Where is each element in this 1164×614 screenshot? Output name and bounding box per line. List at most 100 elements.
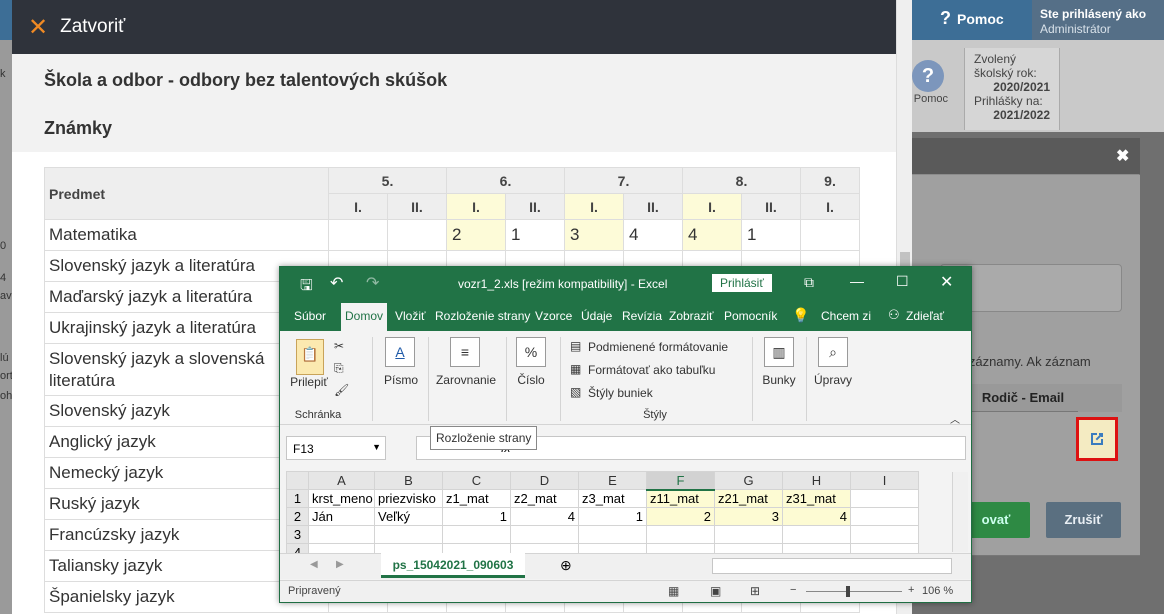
zoom-slider[interactable] xyxy=(806,591,902,592)
sheet-cell[interactable]: 3 xyxy=(714,507,783,526)
tab-page-layout[interactable]: Rozloženie strany xyxy=(435,309,530,323)
column-header[interactable]: B xyxy=(374,471,443,490)
sheet-cell[interactable]: 1 xyxy=(578,507,647,526)
sheet-cell[interactable]: Ján xyxy=(308,507,375,526)
number-format-icon[interactable]: % xyxy=(516,337,546,367)
tab-review[interactable]: Revízia xyxy=(622,309,662,323)
cancel-button[interactable]: Zrušiť xyxy=(1046,502,1121,538)
add-sheet-icon[interactable]: ⊕ xyxy=(560,557,572,574)
column-header[interactable]: A xyxy=(308,471,375,490)
zoom-level[interactable]: 106 % xyxy=(922,585,953,597)
paste-button[interactable]: Prilepiť xyxy=(286,375,332,389)
sheet-cell[interactable] xyxy=(850,507,919,526)
sheet-cell[interactable] xyxy=(308,525,375,544)
share-button[interactable]: Zdieľať xyxy=(906,309,944,323)
cells-button[interactable]: Bunky xyxy=(758,373,800,387)
column-header[interactable]: C xyxy=(442,471,511,490)
name-box[interactable]: F13 ▼ xyxy=(286,436,386,460)
copy-icon[interactable]: ⎘ xyxy=(334,361,344,376)
font-button[interactable]: Písmo xyxy=(378,373,424,387)
ribbon-display-icon[interactable]: ⧉ xyxy=(804,274,814,291)
maximize-icon[interactable]: ☐ xyxy=(896,273,909,290)
sheet-cell[interactable]: z31_mat xyxy=(782,489,851,508)
save-button[interactable]: ovať xyxy=(962,502,1030,538)
close-button[interactable]: Zatvoriť xyxy=(60,16,125,38)
help-link[interactable]: ? Pomoc xyxy=(940,8,1004,29)
page-layout-icon[interactable]: ▣ xyxy=(710,584,721,598)
cell-styles-button[interactable]: Štýly buniek xyxy=(588,386,653,400)
select-all-corner[interactable] xyxy=(286,471,309,490)
tell-me-input[interactable]: Chcem zi xyxy=(821,309,871,323)
sheet-cell[interactable]: z3_mat xyxy=(578,489,647,508)
alignment-icon[interactable]: ≡ xyxy=(450,337,480,367)
font-icon[interactable]: A xyxy=(385,337,415,367)
zoom-slider-handle[interactable] xyxy=(846,586,850,597)
sheet-cell[interactable]: 2 xyxy=(646,507,715,526)
close-icon[interactable]: ✕ xyxy=(28,13,48,42)
column-header[interactable]: G xyxy=(714,471,783,490)
normal-view-icon[interactable]: ▦ xyxy=(668,584,679,598)
sheet-vertical-scrollbar[interactable] xyxy=(952,472,968,552)
sheet-cell[interactable] xyxy=(850,525,919,544)
sheet-cell[interactable] xyxy=(850,489,919,508)
help-circle-icon[interactable]: ? xyxy=(912,60,944,92)
tab-formulas[interactable]: Vzorce xyxy=(535,309,572,323)
sheet-cell[interactable] xyxy=(374,525,443,544)
zoom-in-icon[interactable]: + xyxy=(908,584,914,596)
sheet-cell[interactable]: priezvisko xyxy=(374,489,443,508)
number-button[interactable]: Číslo xyxy=(510,373,552,387)
user-box[interactable]: Ste prihlásený ako Administrátor xyxy=(1032,0,1164,40)
tab-help[interactable]: Pomocník xyxy=(724,309,777,323)
row-header[interactable]: 3 xyxy=(286,525,309,544)
row-header[interactable]: 1 xyxy=(286,489,309,508)
sheet-cell[interactable]: Veľký xyxy=(374,507,443,526)
column-header[interactable]: I xyxy=(850,471,919,490)
open-external-button[interactable] xyxy=(1076,417,1118,461)
tab-view[interactable]: Zobraziť xyxy=(669,309,714,323)
column-header[interactable]: D xyxy=(510,471,579,490)
signin-button[interactable]: Prihlásiť xyxy=(712,274,772,292)
editing-button[interactable]: Úpravy xyxy=(808,373,858,387)
cut-icon[interactable]: ✂ xyxy=(334,339,344,353)
format-painter-icon[interactable]: 🖌 xyxy=(334,383,349,397)
excel-close-icon[interactable]: ✕ xyxy=(940,272,953,292)
sheet-cell[interactable]: z2_mat xyxy=(510,489,579,508)
sheet-horizontal-scrollbar[interactable] xyxy=(712,558,952,574)
tab-data[interactable]: Údaje xyxy=(581,309,612,323)
collapse-ribbon-icon[interactable]: ︿ xyxy=(950,411,960,426)
minimize-icon[interactable]: — xyxy=(850,273,864,289)
sheet-cell[interactable] xyxy=(714,525,783,544)
sheet-cell[interactable] xyxy=(510,525,579,544)
tab-home[interactable]: Domov xyxy=(341,303,388,331)
conditional-formatting-button[interactable]: Podmienené formátovanie xyxy=(588,340,728,354)
sheet-cell[interactable]: 1 xyxy=(442,507,511,526)
column-header[interactable]: F xyxy=(646,471,715,491)
zoom-out-icon[interactable]: − xyxy=(790,584,796,596)
dialog-close-icon[interactable]: ✖ xyxy=(1116,146,1129,166)
sheet-cell[interactable]: z11_mat xyxy=(646,489,715,508)
sheet-cell[interactable] xyxy=(782,525,851,544)
tab-insert[interactable]: Vložiť xyxy=(395,309,426,323)
save-icon[interactable]: 🖫 xyxy=(300,275,313,300)
cells-icon[interactable]: ▥ xyxy=(764,337,794,367)
sheet-cell[interactable]: krst_meno xyxy=(308,489,375,508)
undo-icon[interactable]: ↶ xyxy=(330,273,343,293)
page-break-icon[interactable]: ⊞ xyxy=(750,584,760,598)
column-header[interactable]: E xyxy=(578,471,647,490)
sheet-cell[interactable] xyxy=(646,525,715,544)
format-as-table-button[interactable]: Formátovať ako tabuľku xyxy=(588,363,715,377)
paste-icon[interactable]: 📋 xyxy=(296,339,324,375)
sheet-cell[interactable]: 4 xyxy=(782,507,851,526)
sheet-cell[interactable]: z1_mat xyxy=(442,489,511,508)
redo-icon[interactable]: ↷ xyxy=(366,273,379,293)
sheet-cell[interactable]: z21_mat xyxy=(714,489,783,508)
sheet-cell[interactable] xyxy=(442,525,511,544)
sheet-tab[interactable]: ps_15042021_090603 xyxy=(381,553,525,578)
alignment-button[interactable]: Zarovnanie xyxy=(434,373,498,387)
row-header[interactable]: 2 xyxy=(286,507,309,526)
column-header[interactable]: H xyxy=(782,471,851,490)
sheet-cell[interactable]: 4 xyxy=(510,507,579,526)
sheet-next-icon[interactable]: ▶ xyxy=(336,559,344,570)
sheet-prev-icon[interactable]: ◀ xyxy=(310,559,318,570)
sheet-cell[interactable] xyxy=(578,525,647,544)
